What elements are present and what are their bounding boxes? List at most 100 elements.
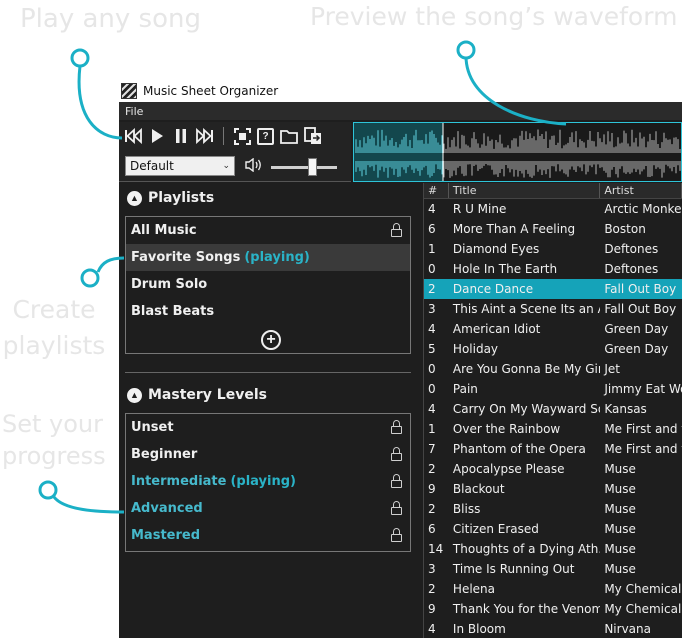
- pause-icon[interactable]: [172, 127, 190, 145]
- lock-icon[interactable]: [391, 447, 402, 461]
- mastery-levels-header[interactable]: ▲ Mastery Levels: [127, 387, 267, 403]
- folder-icon[interactable]: [280, 127, 298, 145]
- table-row[interactable]: 2 Bliss Muse: [424, 499, 682, 519]
- cell-number: 7: [428, 442, 436, 456]
- cell-title: Time Is Running Out: [452, 562, 575, 576]
- add-playlist-button[interactable]: +: [261, 330, 281, 350]
- table-row[interactable]: 0 Pain Jimmy Eat World: [424, 379, 682, 399]
- next-icon[interactable]: [196, 127, 214, 145]
- play-icon[interactable]: [148, 127, 166, 145]
- table-row[interactable]: 0 Are You Gonna Be My Girl Jet: [424, 359, 682, 379]
- cell-artist: Me First and the: [604, 442, 682, 456]
- mastery-item-beginner[interactable]: Beginner: [126, 441, 410, 468]
- mode-dropdown[interactable]: Default ⌄: [125, 156, 235, 176]
- collapse-icon[interactable]: ▲: [127, 387, 142, 403]
- cell-number: 0: [428, 362, 436, 376]
- mastery-item-advanced[interactable]: Advanced: [126, 495, 410, 522]
- cell-title: Pain: [452, 382, 478, 396]
- song-table-body: 4 R U Mine Arctic Monkeys 6 More Than A Feel…: [424, 199, 682, 638]
- cell-title: Diamond Eyes: [452, 242, 540, 256]
- previous-icon[interactable]: [124, 127, 142, 145]
- cell-title: Citizen Erased: [452, 522, 539, 536]
- volume-icon[interactable]: [245, 157, 263, 175]
- cell-artist: Muse: [604, 482, 636, 496]
- table-row[interactable]: 2 Dance Dance Fall Out Boy: [424, 279, 682, 299]
- table-row[interactable]: 0 Hole In The Earth Deftones: [424, 259, 682, 279]
- cell-artist: Jet: [604, 362, 620, 376]
- table-row[interactable]: 2 Helena My Chemical Romance: [424, 579, 682, 599]
- menu-file[interactable]: File: [125, 105, 143, 118]
- table-row[interactable]: 3 This Aint a Scene Its an A... Fall Out B…: [424, 299, 682, 319]
- callout-progress-line2: progress: [2, 442, 106, 470]
- callout-set-progress: Set your progress: [2, 408, 106, 472]
- playlist-item-drum-solo[interactable]: Drum Solo: [126, 271, 410, 298]
- window-title: Music Sheet Organizer: [143, 84, 279, 98]
- callout-progress-line1: Set your: [2, 410, 104, 438]
- mastery-item-unset[interactable]: Unset: [126, 414, 410, 441]
- mastery-item-label: Advanced: [131, 501, 203, 516]
- volume-slider[interactable]: [271, 158, 337, 176]
- table-row[interactable]: 2 Apocalypse Please Muse: [424, 459, 682, 479]
- help-icon[interactable]: ?: [257, 127, 274, 145]
- player-toolbar: ? Default ⌄: [119, 122, 351, 182]
- table-row[interactable]: 4 R U Mine Arctic Monkeys: [424, 199, 682, 219]
- column-header-number[interactable]: #: [424, 183, 449, 198]
- table-row[interactable]: 4 American Idiot Green Day: [424, 319, 682, 339]
- left-panel: ▲ Playlists All Music Favorite Songs (pl…: [119, 183, 421, 638]
- cell-artist: Muse: [604, 462, 636, 476]
- volume-slider-thumb[interactable]: [308, 158, 317, 176]
- cell-number: 9: [428, 482, 436, 496]
- table-row[interactable]: 5 Holiday Green Day: [424, 339, 682, 359]
- mastery-item-label: Unset: [131, 420, 174, 435]
- playlist-item-all-music[interactable]: All Music: [126, 217, 410, 244]
- table-row[interactable]: 7 Phantom of the Opera Me First and the: [424, 439, 682, 459]
- mastery-item-intermediate[interactable]: Intermediate (playing): [126, 468, 410, 495]
- cell-title: Thoughts of a Dying Ath...: [452, 542, 601, 556]
- cell-title: Hole In The Earth: [452, 262, 558, 276]
- song-table: # Title Artist 4 R U Mine Arctic Monkeys 6 M…: [423, 183, 682, 638]
- cell-number: 2: [428, 282, 436, 296]
- table-row[interactable]: 4 Carry On My Wayward Son Kansas: [424, 399, 682, 419]
- cell-number: 14: [428, 542, 444, 556]
- table-row[interactable]: 4 In Bloom Nirvana: [424, 619, 682, 638]
- playlist-item-label: Drum Solo: [131, 277, 208, 292]
- lock-icon[interactable]: [391, 223, 402, 237]
- lock-icon[interactable]: [391, 420, 402, 434]
- table-row[interactable]: 6 Citizen Erased Muse: [424, 519, 682, 539]
- focus-icon[interactable]: [233, 127, 251, 145]
- table-row[interactable]: 14 Thoughts of a Dying Ath... Muse: [424, 539, 682, 559]
- table-row[interactable]: 9 Blackout Muse: [424, 479, 682, 499]
- collapse-icon[interactable]: ▲: [127, 190, 142, 206]
- lock-icon[interactable]: [391, 474, 402, 488]
- playlists-header[interactable]: ▲ Playlists: [127, 190, 214, 206]
- column-header-title[interactable]: Title: [449, 183, 601, 198]
- table-row[interactable]: 6 More Than A Feeling Boston: [424, 219, 682, 239]
- column-header-artist[interactable]: Artist: [600, 183, 682, 198]
- playlist-item-blast-beats[interactable]: Blast Beats: [126, 298, 410, 325]
- playlist-item-label: Favorite Songs: [131, 250, 241, 265]
- mastery-item-mastered[interactable]: Mastered: [126, 522, 410, 549]
- cell-number: 2: [428, 462, 436, 476]
- title-bar[interactable]: Music Sheet Organizer: [119, 80, 682, 102]
- table-row[interactable]: 1 Over the Rainbow Me First and the: [424, 419, 682, 439]
- cell-artist: My Chemical Romance: [604, 582, 682, 596]
- cell-artist: My Chemical Romance: [604, 602, 682, 616]
- export-icon[interactable]: [304, 127, 322, 145]
- cell-title: American Idiot: [452, 322, 541, 336]
- playlist-item-favorite-songs[interactable]: Favorite Songs (playing): [126, 244, 410, 271]
- lock-icon[interactable]: [391, 501, 402, 515]
- callout-preview-waveform: Preview the song’s waveform: [310, 2, 678, 31]
- chevron-down-icon: ⌄: [222, 161, 230, 171]
- lock-icon[interactable]: [391, 528, 402, 542]
- table-row[interactable]: 3 Time Is Running Out Muse: [424, 559, 682, 579]
- callout-create-playlists: Create playlists: [2, 292, 106, 364]
- table-row[interactable]: 1 Diamond Eyes Deftones: [424, 239, 682, 259]
- waveform-preview[interactable]: [353, 122, 682, 182]
- cell-artist: Kansas: [604, 402, 647, 416]
- cell-artist: Muse: [604, 562, 636, 576]
- cell-number: 4: [428, 202, 436, 216]
- cell-title: In Bloom: [452, 622, 506, 636]
- menu-bar: File: [119, 102, 682, 120]
- cell-number: 3: [428, 562, 436, 576]
- table-row[interactable]: 9 Thank You for the VenomMy Chemical Roma…: [424, 599, 682, 619]
